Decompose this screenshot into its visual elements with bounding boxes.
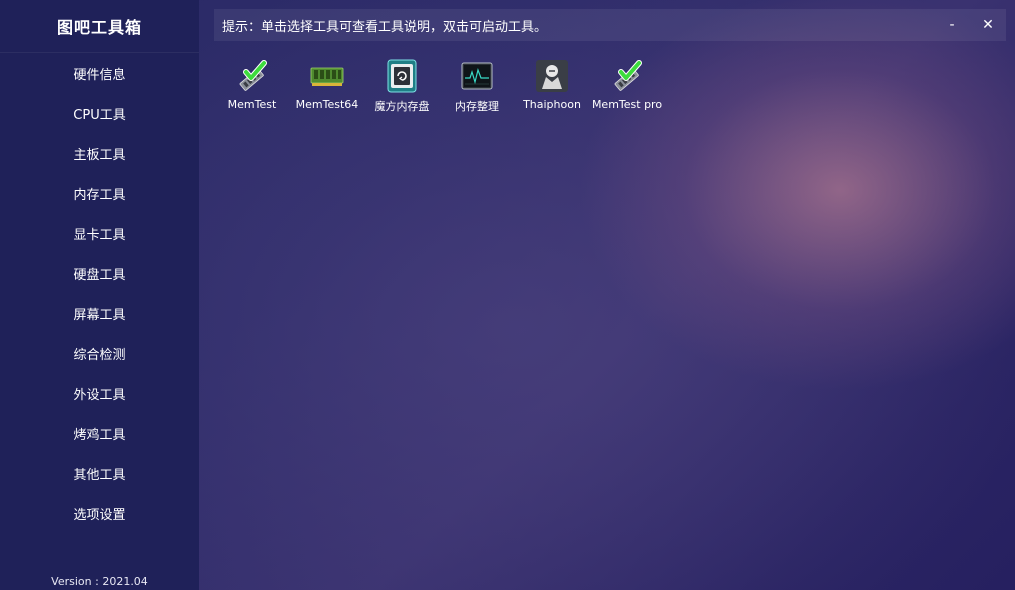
tip-bar: 提示：单击选择工具可查看工具说明，双击可启动工具。 <box>214 9 1006 41</box>
sidebar-item-memory-tools[interactable]: 内存工具 <box>0 173 199 213</box>
app-title: 图吧工具箱 <box>0 0 199 53</box>
tool-thaiphoon[interactable]: Thaiphoon <box>514 58 590 118</box>
tool-label: MemTest64 <box>295 98 359 111</box>
tool-memtest64[interactable]: MemTest64 <box>289 58 365 118</box>
tool-memory-cleanup[interactable]: 内存整理 <box>439 58 515 118</box>
tool-memtest[interactable]: MemTest <box>214 58 290 118</box>
tip-text: 提示：单击选择工具可查看工具说明，双击可启动工具。 <box>222 19 548 35</box>
tool-ramdisk[interactable]: 魔方内存盘 <box>364 58 440 118</box>
memtest-icon <box>239 60 267 91</box>
sidebar-item-hardware-info[interactable]: 硬件信息 <box>0 53 199 93</box>
tool-label: 内存整理 <box>455 100 499 113</box>
minimize-button[interactable]: - <box>938 9 966 41</box>
version-label: Version : 2021.04 <box>51 575 148 588</box>
sidebar-item-cpu-tools[interactable]: CPU工具 <box>0 93 199 133</box>
sidebar: 图吧工具箱 硬件信息 CPU工具 主板工具 内存工具 显卡工具 硬盘工具 屏幕工… <box>0 0 199 590</box>
memtest-icon <box>614 60 642 91</box>
sidebar-item-screen-tools[interactable]: 屏幕工具 <box>0 293 199 333</box>
sidebar-item-stress-tools[interactable]: 烤鸡工具 <box>0 413 199 453</box>
tool-label: 魔方内存盘 <box>374 100 430 113</box>
ram-module-icon <box>310 67 344 86</box>
tool-label: Thaiphoon <box>523 98 581 111</box>
sidebar-item-peripheral-tools[interactable]: 外设工具 <box>0 373 199 413</box>
sidebar-item-comprehensive-test[interactable]: 综合检测 <box>0 333 199 373</box>
sidebar-nav: 硬件信息 CPU工具 主板工具 内存工具 显卡工具 硬盘工具 屏幕工具 综合检测… <box>0 53 199 533</box>
tool-label: MemTest <box>227 98 277 111</box>
close-button[interactable]: ✕ <box>974 9 1002 41</box>
sidebar-item-motherboard-tools[interactable]: 主板工具 <box>0 133 199 173</box>
tool-label: MemTest pro <box>591 98 663 111</box>
sidebar-item-other-tools[interactable]: 其他工具 <box>0 453 199 493</box>
sidebar-item-settings[interactable]: 选项设置 <box>0 493 199 533</box>
sidebar-item-gpu-tools[interactable]: 显卡工具 <box>0 213 199 253</box>
sidebar-item-disk-tools[interactable]: 硬盘工具 <box>0 253 199 293</box>
memory-monitor-icon <box>461 62 493 90</box>
tool-memtest-pro[interactable]: MemTest pro <box>589 58 665 118</box>
ramdisk-icon <box>387 59 417 93</box>
thaiphoon-icon <box>536 60 568 92</box>
